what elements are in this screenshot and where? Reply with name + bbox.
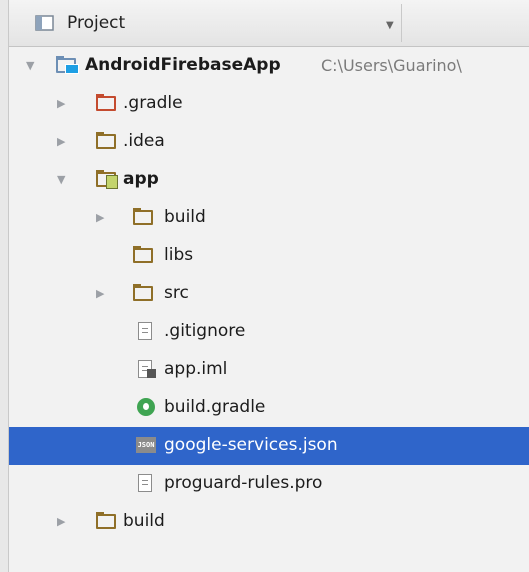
module-folder-icon [96, 170, 118, 189]
folder-icon [56, 56, 79, 75]
json-icon: JSON [136, 436, 158, 455]
folder-icon [96, 512, 118, 531]
collapse-arrow-icon[interactable]: ▶ [96, 212, 108, 224]
tree-row-idea-folder[interactable]: ▶ .idea [9, 123, 529, 161]
project-icon [35, 15, 55, 31]
expand-arrow-icon[interactable]: ▼ [57, 174, 69, 186]
tree-row-gitignore[interactable]: .gitignore [9, 313, 529, 351]
collapse-arrow-icon[interactable]: ▶ [57, 136, 69, 148]
tool-window-strip [0, 0, 9, 572]
tree-item-label: .idea [123, 131, 165, 151]
header-divider [401, 4, 402, 42]
tree-item-label: app [123, 169, 159, 189]
tree-row-build-gradle[interactable]: build.gradle [9, 389, 529, 427]
folder-icon [133, 284, 155, 303]
tree-item-label: libs [164, 245, 194, 265]
text-file-icon [136, 474, 158, 493]
iml-file-icon [136, 360, 158, 379]
tree-item-label: google-services.json [164, 435, 338, 455]
folder-icon [133, 208, 155, 227]
collapse-arrow-icon[interactable]: ▶ [57, 98, 69, 110]
tree-item-label: build [123, 511, 165, 531]
tree-item-label: .gitignore [164, 321, 246, 341]
folder-icon [96, 132, 118, 151]
tree-row-app-module[interactable]: ▼ app [9, 161, 529, 199]
tree-row-google-services-json[interactable]: JSON google-services.json [9, 427, 529, 465]
tree-row-root[interactable]: ▼ AndroidFirebaseApp C:\Users\Guarino\ [9, 47, 529, 85]
expand-arrow-icon[interactable]: ▼ [26, 60, 38, 72]
project-panel-header: Project ▼ [9, 0, 529, 47]
text-file-icon [136, 322, 158, 341]
tree-item-label: proguard-rules.pro [164, 473, 323, 493]
collapse-arrow-icon[interactable]: ▶ [57, 516, 69, 528]
tree-row-src[interactable]: ▶ src [9, 275, 529, 313]
folder-icon [96, 94, 118, 113]
project-view-selector[interactable]: Project ▼ [29, 8, 404, 38]
panel-title: Project [67, 13, 126, 33]
tree-row-libs[interactable]: libs [9, 237, 529, 275]
tree-item-label: app.iml [164, 359, 228, 379]
chevron-down-icon[interactable]: ▼ [386, 20, 394, 31]
tree-item-label: .gradle [123, 93, 183, 113]
tree-row-app-iml[interactable]: app.iml [9, 351, 529, 389]
collapse-arrow-icon[interactable]: ▶ [96, 288, 108, 300]
tree-item-label: build.gradle [164, 397, 266, 417]
gradle-icon [136, 398, 158, 417]
tree-row-proguard-rules[interactable]: proguard-rules.pro [9, 465, 529, 503]
tree-item-label: AndroidFirebaseApp [85, 55, 281, 75]
tree-row-root-build[interactable]: ▶ build [9, 503, 529, 541]
folder-icon [133, 246, 155, 265]
tree-row-gradle-folder[interactable]: ▶ .gradle [9, 85, 529, 123]
tree-item-label: src [164, 283, 189, 303]
tree-row-app-build[interactable]: ▶ build [9, 199, 529, 237]
root-path: C:\Users\Guarino\ [321, 56, 462, 75]
tree-item-label: build [164, 207, 206, 227]
